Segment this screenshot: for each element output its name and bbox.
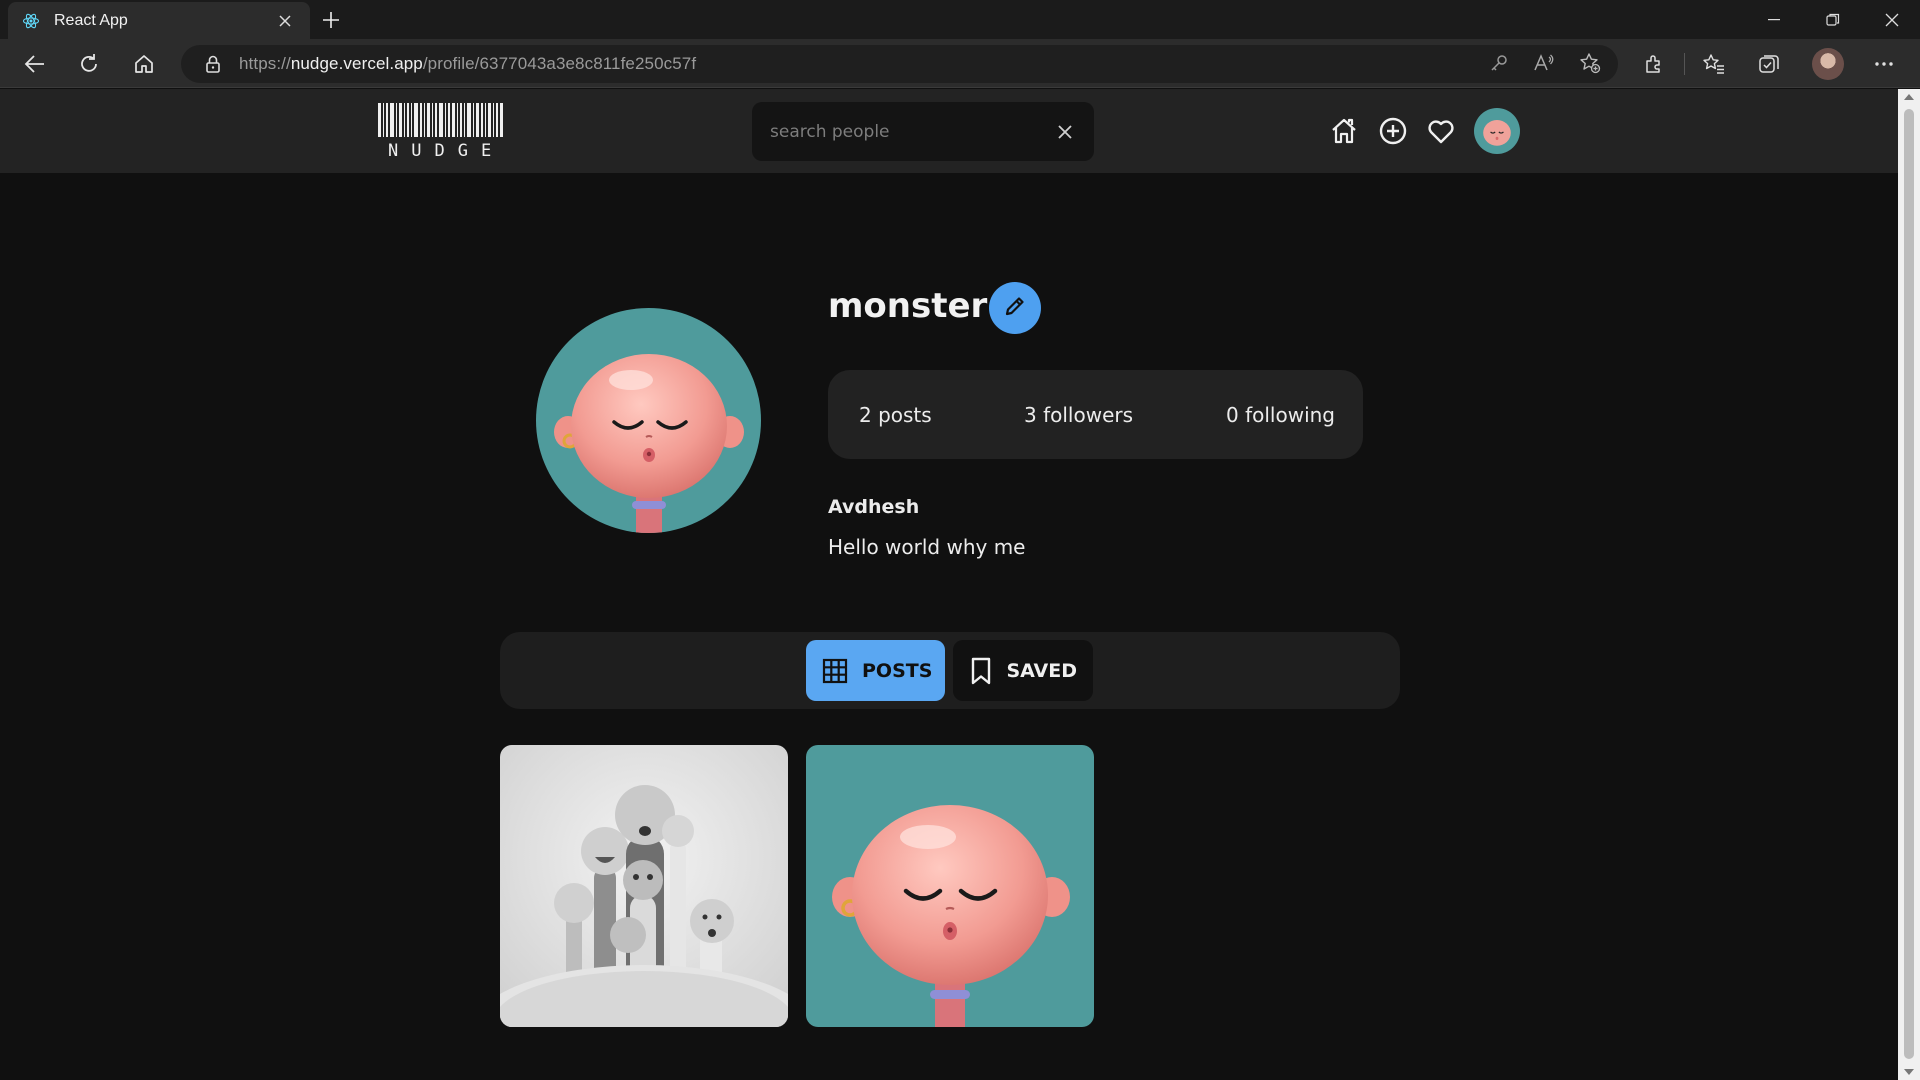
nudge-logo[interactable]: NUDGE: [378, 103, 518, 161]
add-favorite-icon[interactable]: [1574, 47, 1606, 79]
bookmark-icon: [969, 657, 992, 685]
url-path: /profile/6377043a3e8c811fe250c57f: [422, 54, 697, 73]
address-bar[interactable]: https://nudge.vercel.app/profile/6377043…: [181, 45, 1618, 83]
profile-bio: Hello world why me: [828, 535, 1026, 559]
create-post-icon[interactable]: [1376, 114, 1410, 148]
search-input[interactable]: [770, 121, 1054, 142]
grid-icon: [822, 657, 848, 685]
collections-icon[interactable]: [1752, 47, 1786, 81]
profile-avatar: [536, 308, 761, 533]
scroll-down-icon[interactable]: [1904, 1069, 1914, 1075]
react-icon: [22, 12, 40, 30]
minimize-icon[interactable]: [1746, 0, 1802, 39]
profile-full-name: Avdhesh: [828, 496, 920, 518]
url-host: nudge.vercel.app: [290, 54, 423, 73]
home-icon[interactable]: [127, 47, 161, 81]
page-scrollbar[interactable]: [1898, 89, 1920, 1080]
browser-profile-avatar[interactable]: [1812, 48, 1844, 80]
browser-toolbar: https://nudge.vercel.app/profile/6377043…: [0, 39, 1920, 88]
tab-posts-label: POSTS: [862, 659, 933, 682]
post-thumbnail-1[interactable]: [500, 745, 788, 1027]
close-tab-icon[interactable]: [274, 10, 296, 32]
back-icon[interactable]: [18, 47, 52, 81]
favorites-icon[interactable]: [1697, 47, 1731, 81]
new-tab-icon[interactable]: [318, 7, 344, 33]
scroll-up-icon[interactable]: [1904, 94, 1914, 100]
toolbar-divider: [1684, 53, 1685, 75]
tab-title: React App: [54, 11, 128, 29]
home-icon[interactable]: [1327, 114, 1361, 148]
heart-icon[interactable]: [1424, 114, 1458, 148]
post-thumbnail-2[interactable]: [806, 745, 1094, 1027]
tab-posts[interactable]: POSTS: [806, 640, 945, 701]
extensions-icon[interactable]: [1637, 47, 1671, 81]
logo-text: NUDGE: [388, 141, 505, 161]
key-icon[interactable]: [1483, 47, 1515, 79]
followers-count[interactable]: 3 followers: [1024, 370, 1133, 459]
clear-search-icon[interactable]: [1054, 121, 1076, 143]
tab-saved-label: SAVED: [1006, 659, 1077, 682]
site-header: NUDGE: [0, 89, 1898, 173]
lock-icon[interactable]: [203, 54, 223, 74]
more-options-icon[interactable]: [1867, 47, 1901, 81]
tab-saved[interactable]: SAVED: [953, 640, 1093, 701]
posts-count[interactable]: 2 posts: [859, 370, 932, 459]
scrollbar-thumb[interactable]: [1904, 109, 1914, 1059]
close-window-icon[interactable]: [1864, 0, 1920, 39]
pencil-icon: [1004, 295, 1026, 322]
url-text: https://nudge.vercel.app/profile/6377043…: [239, 54, 696, 74]
edit-profile-button[interactable]: [989, 282, 1041, 334]
profile-tabs: POSTS SAVED: [500, 632, 1400, 709]
search-box[interactable]: [752, 102, 1094, 161]
restore-icon[interactable]: [1805, 0, 1861, 39]
profile-stats: 2 posts 3 followers 0 following: [828, 370, 1363, 459]
browser-tab[interactable]: React App: [8, 2, 310, 39]
page-content: NUDGE search people monster 2 posts 3 fo…: [0, 89, 1898, 1080]
refresh-icon[interactable]: [72, 47, 106, 81]
read-aloud-icon[interactable]: [1528, 47, 1560, 79]
browser-tab-bar: React App: [0, 0, 1920, 39]
profile-username: monster: [828, 286, 988, 326]
barcode-icon: [378, 103, 518, 137]
header-avatar[interactable]: [1474, 108, 1520, 154]
following-count[interactable]: 0 following: [1226, 370, 1335, 459]
url-scheme: https://: [239, 54, 291, 73]
